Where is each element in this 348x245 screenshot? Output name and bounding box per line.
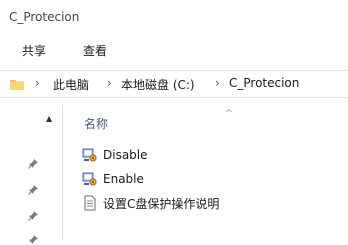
pin-icon[interactable]	[28, 211, 38, 221]
batch-file-icon	[82, 148, 97, 162]
breadcrumb-separator-icon: ›	[215, 76, 220, 90]
breadcrumb-local-disk[interactable]: 本地磁盘 (C:)	[121, 76, 195, 93]
file-name: 设置C盘保护操作说明	[103, 196, 220, 211]
batch-file-icon	[82, 172, 97, 186]
scroll-up-icon[interactable]: ▲	[46, 114, 52, 123]
navigation-pane: ▲	[0, 105, 63, 244]
pin-icon[interactable]	[28, 159, 38, 169]
file-list: ^ 名称 Disable Enable 设置C盘保护操作说明	[62, 105, 348, 240]
list-item[interactable]: 设置C盘保护操作说明	[82, 193, 219, 213]
window-title: C_Protecion	[9, 10, 80, 24]
breadcrumb-separator-icon: ›	[107, 76, 112, 90]
file-name: Enable	[103, 172, 144, 186]
tab-view[interactable]: 查看	[83, 42, 107, 59]
column-header-name[interactable]: 名称	[84, 115, 108, 132]
folder-icon	[10, 80, 24, 90]
pin-icon[interactable]	[28, 235, 38, 245]
sort-ascending-icon: ^	[225, 109, 233, 119]
address-bar[interactable]: › 此电脑 › 本地磁盘 (C:) › C_Protecion	[0, 70, 348, 98]
text-file-icon	[84, 195, 96, 211]
breadcrumb-current-folder[interactable]: C_Protecion	[229, 76, 299, 90]
breadcrumb-separator-icon: ›	[35, 76, 40, 90]
file-name: Disable	[103, 148, 148, 162]
tab-share[interactable]: 共享	[22, 42, 46, 59]
list-item[interactable]: Enable	[82, 169, 144, 189]
pin-icon[interactable]	[28, 185, 38, 195]
list-item[interactable]: Disable	[82, 145, 148, 165]
ribbon-tabs: 共享 查看	[0, 34, 348, 64]
breadcrumb-this-pc[interactable]: 此电脑	[53, 76, 89, 93]
